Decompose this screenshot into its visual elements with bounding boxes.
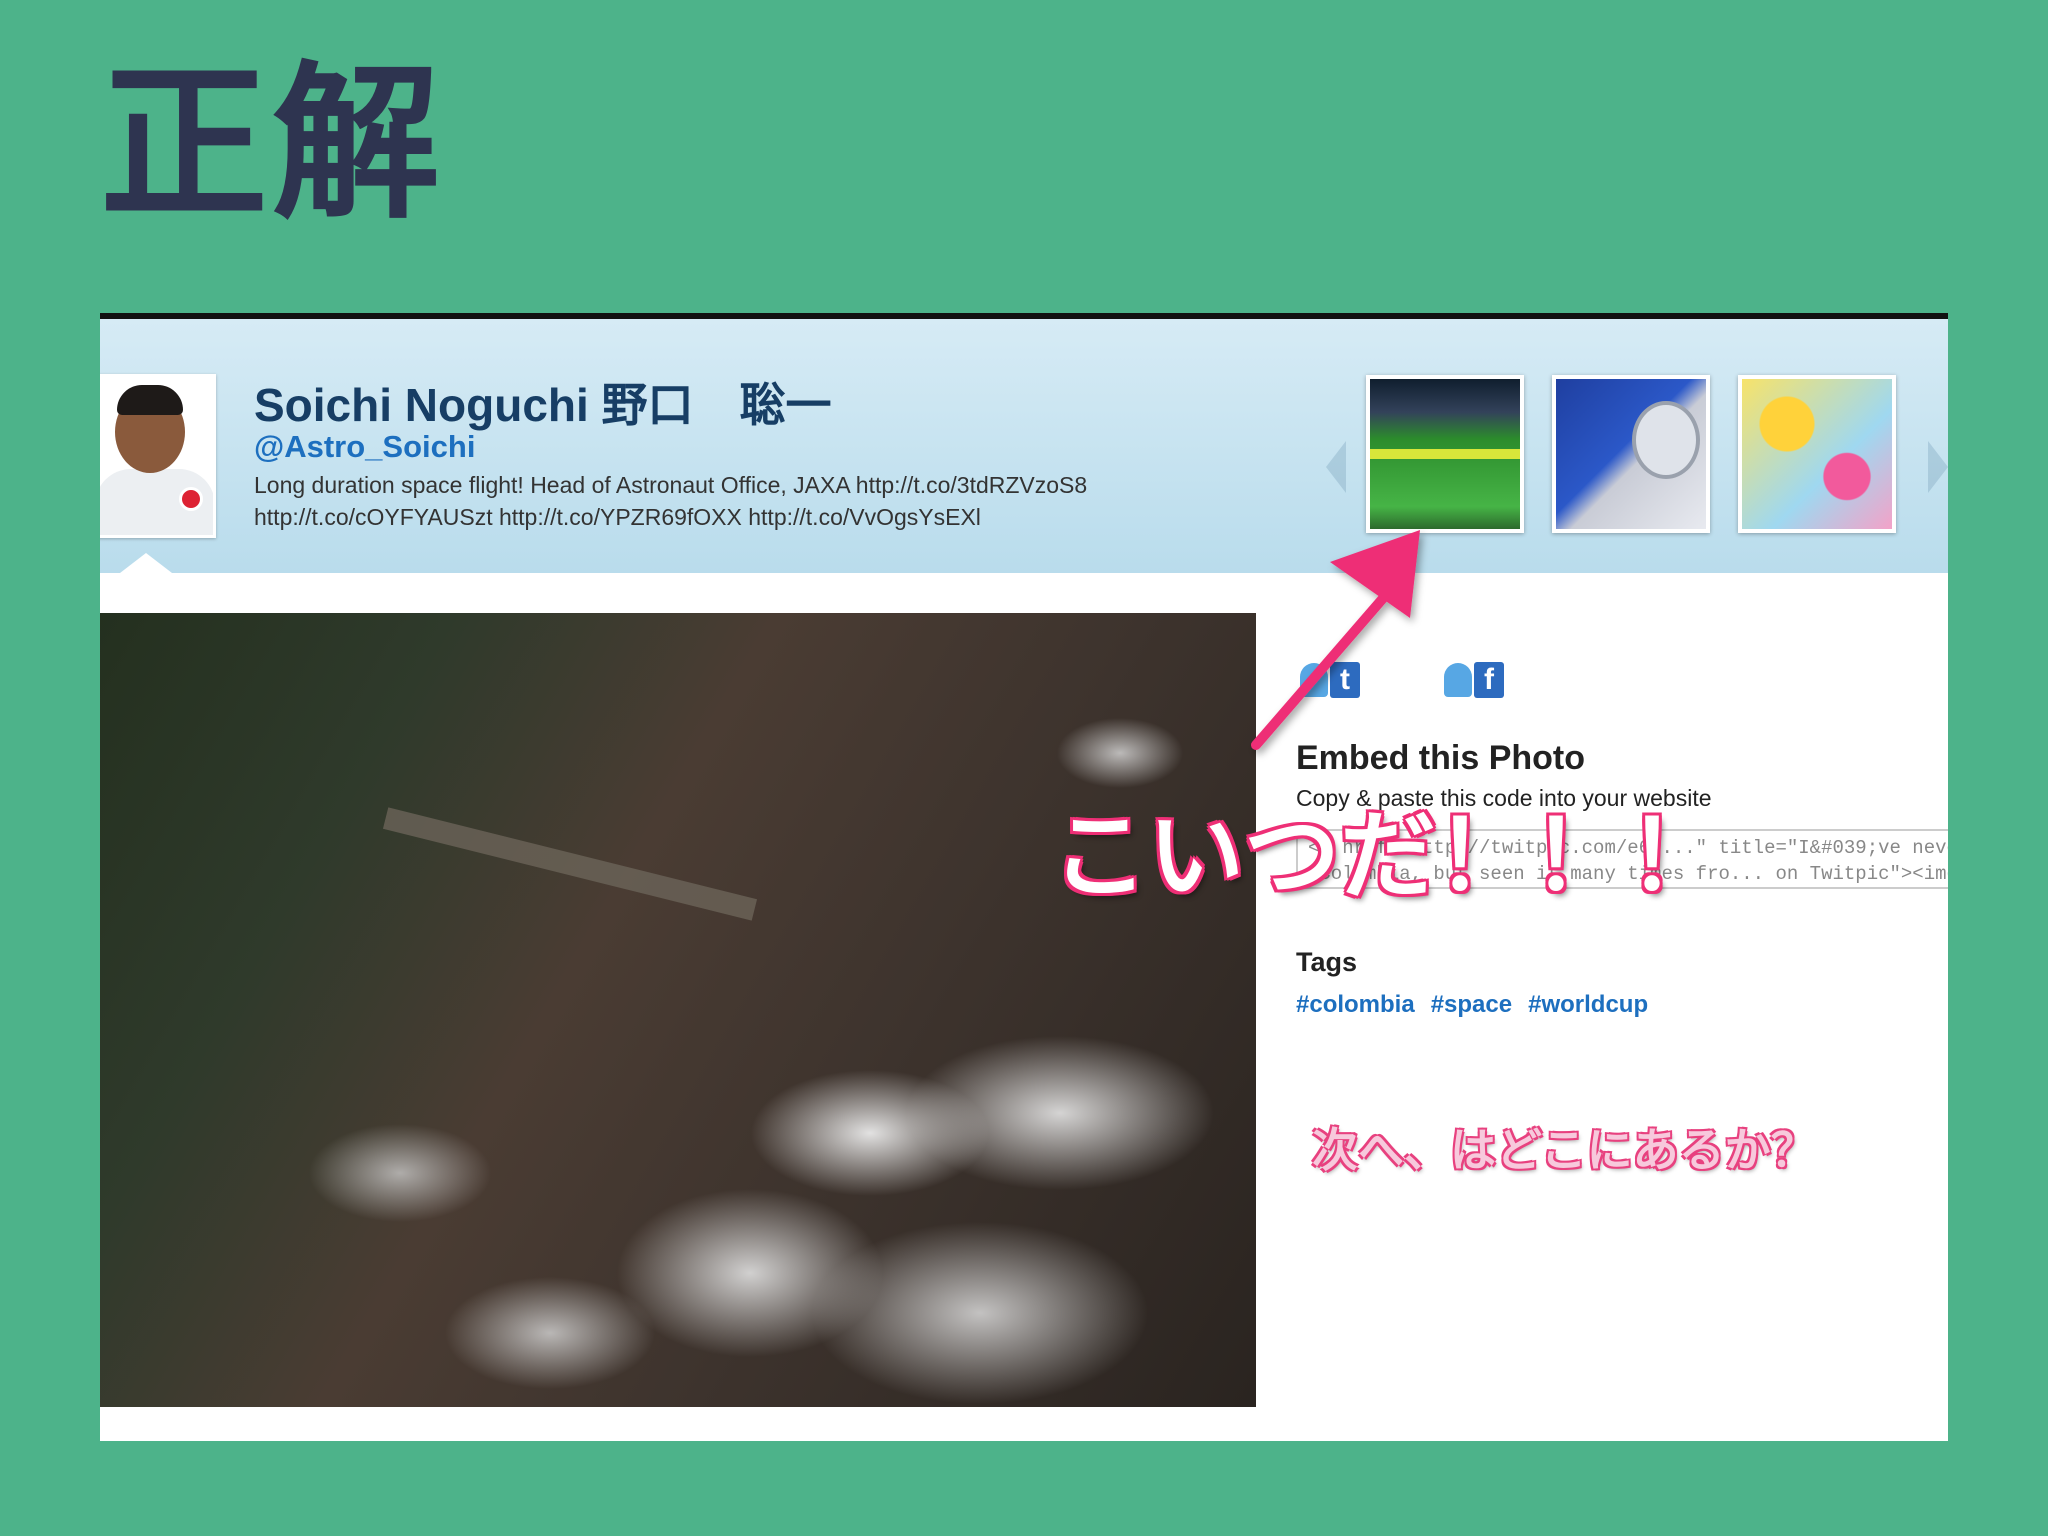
photo-thumbnail-astronaut[interactable] [1552, 375, 1710, 533]
tag-link[interactable]: #space [1431, 991, 1512, 1019]
tags-heading: Tags [1296, 947, 1358, 977]
annotation-question: 次へ、はどこにあるか？ [1312, 1123, 1817, 1177]
profile-bio-line: http://t.co/cOYFYAUSzt http://t.co/YPZR6… [254, 504, 981, 530]
avatar-pointer [120, 553, 172, 573]
profile-bio: Long duration space flight! Head of Astr… [254, 469, 1154, 533]
tag-link[interactable]: #colombia [1296, 991, 1415, 1019]
main-photo-earth-view[interactable] [100, 613, 1256, 1407]
photo-thumbnail-stadium[interactable] [1366, 375, 1524, 533]
ghost-icon [1444, 663, 1472, 697]
tag-link[interactable]: #worldcup [1528, 991, 1648, 1019]
profile-header: Soichi Noguchi 野口 聡一 @Astro_Soichi Long … [100, 319, 1948, 573]
photo-thumbnail-fathers-day[interactable] [1738, 375, 1896, 533]
annotation-callout: こいつだ！！！ [1052, 800, 1724, 912]
profile-name: Soichi Noguchi 野口 聡一 [254, 379, 832, 431]
share-twitter-button[interactable]: t [1300, 661, 1360, 699]
profile-bio-line: Long duration space flight! Head of Astr… [254, 472, 1088, 498]
facebook-icon: f [1474, 662, 1504, 698]
share-facebook-button[interactable]: f [1444, 661, 1504, 699]
thumbnail-prev-arrow-icon[interactable] [1326, 441, 1346, 493]
tags-list: #colombia #space #worldcup [1296, 991, 1648, 1019]
ghost-icon [1300, 663, 1328, 697]
twitter-icon: t [1330, 662, 1360, 698]
slide-title: 正解 [100, 46, 444, 242]
embed-title: Embed this Photo [1296, 739, 1585, 777]
avatar[interactable] [100, 374, 216, 538]
profile-handle-link[interactable]: @Astro_Soichi [254, 429, 475, 465]
thumbnail-next-arrow-icon[interactable] [1928, 441, 1948, 493]
